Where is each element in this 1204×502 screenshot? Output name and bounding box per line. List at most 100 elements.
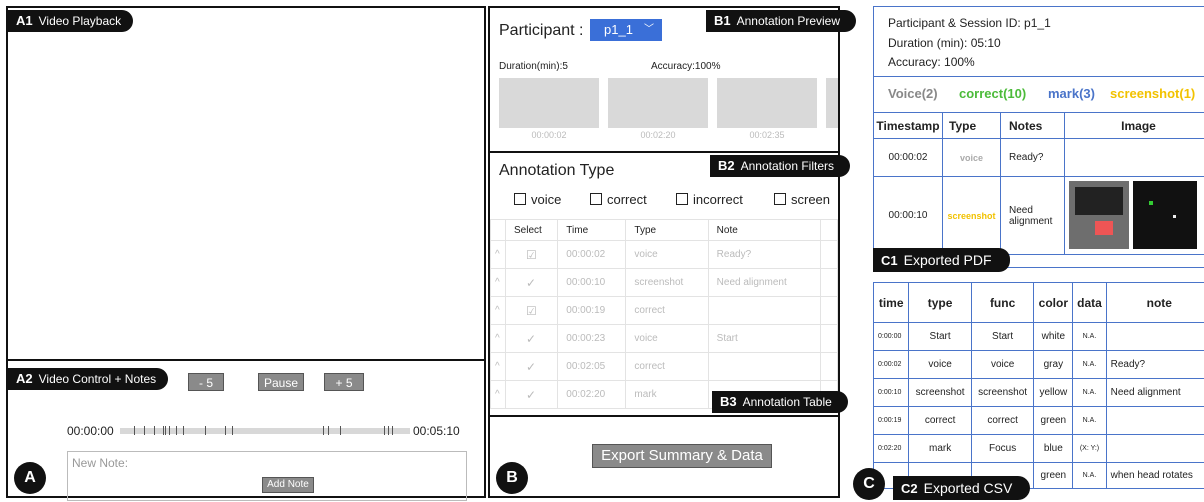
video-control-tag: A2 Video Control + Notes [8,368,169,390]
accuracy-text: Accuracy:100% [651,61,721,72]
csv-data: N.A. [1072,350,1107,379]
table-row[interactable]: ^ ✓ 00:00:10 screenshot Need alignment [490,268,838,297]
annotation-preview-tag: B1 Annotation Preview [706,10,857,32]
row-time: 00:00:02 [557,240,627,269]
csv-data: N.A. [1072,406,1107,435]
chevron-up-icon[interactable]: ^ [490,324,506,353]
row-type: correct [625,296,709,325]
pdf-header: Type [942,112,1001,139]
exported-csv: time type func color data note 0:00:00 St… [872,282,1204,489]
timeline-marker [165,426,166,435]
csv-header: data [1072,282,1107,323]
table-row[interactable]: ^ ✓ 00:00:23 voice Start [490,324,838,353]
forward-5-button[interactable]: + 5 [324,373,364,391]
pdf-row: 00:00:02 voice Ready? [873,138,1204,177]
thumbnail-time: 00:02:35 [749,130,785,140]
checkbox-icon [590,193,602,205]
exported-csv-tag: C2 Exported CSV [893,476,1031,500]
row-check[interactable]: ✓ [504,268,559,297]
row-type: voice [625,324,709,353]
timeline-marker [163,426,164,435]
row-check[interactable]: ✓ [504,352,559,381]
csv-note [1105,322,1204,351]
screenshot-dark-dot [1173,215,1176,218]
timeline-marker [340,426,341,435]
pdf-count-correct: correct(10) [959,86,1027,101]
csv-type: screenshot [908,378,972,407]
screenshot-image [1064,176,1204,255]
pdf-note: Need alignment [1000,176,1065,255]
preview-thumbnail[interactable] [608,78,708,128]
chevron-up-icon[interactable]: ^ [490,352,506,381]
filter-correct[interactable]: correct [590,192,647,207]
csv-row: 0:00:19 correct correct green N.A. [872,406,1204,435]
chevron-up-icon[interactable]: ^ [490,380,506,409]
csv-header: color [1033,282,1074,323]
csv-note: Ready? [1105,350,1204,379]
filter-incorrect[interactable]: incorrect [676,192,743,207]
pdf-participant: Participant & Session ID: p1_1 [888,16,1051,30]
timeline-marker [323,426,324,435]
csv-color: green [1033,406,1074,435]
csv-type: Start [908,322,972,351]
export-summary-button[interactable]: Export Summary & Data [592,444,772,468]
chevron-up-icon[interactable]: ^ [490,268,506,297]
filter-voice[interactable]: voice [514,192,561,207]
pdf-header: Image [1064,112,1204,139]
csv-note [1105,406,1204,435]
add-note-button[interactable]: Add Note [262,477,314,493]
row-note: Ready? [707,240,822,269]
csv-color: yellow [1033,378,1074,407]
screenshot-photo [1069,181,1129,249]
pdf-duration: Duration (min): 05:10 [888,36,1001,50]
screenshot-photo-red [1095,221,1113,235]
chevron-up-icon[interactable]: ^ [490,240,506,269]
pdf-header-row: Timestamp Type Notes Image [873,112,1204,139]
timeline-marker [388,426,389,435]
row-check[interactable]: ☑ [504,240,559,269]
table-row[interactable]: ^ ☑ 00:00:02 voice Ready? [490,240,838,269]
header-type: Type [625,219,709,241]
preview-thumbnail[interactable] [717,78,817,128]
csv-color: blue [1033,434,1074,463]
pdf-header: Notes [1000,112,1065,139]
csv-header: func [970,282,1035,323]
row-check[interactable]: ✓ [504,324,559,353]
annotation-filters-tag: B2 Annotation Filters [710,155,851,177]
panel-b-circle: B [496,462,528,494]
preview-thumbnail[interactable] [499,78,599,128]
csv-color: white [1033,322,1074,351]
csv-data: N.A. [1072,322,1107,351]
chevron-up-icon[interactable]: ^ [490,296,506,325]
annotation-table-tag: B3 Annotation Table [712,391,848,413]
table-row[interactable]: ^ ✓ 00:02:05 correct [490,352,838,381]
rewind-5-button[interactable]: - 5 [188,373,224,391]
row-note [707,296,822,325]
csv-header-row: time type func color data note [872,282,1204,323]
timeline-track[interactable] [120,426,410,435]
csv-func: Start [970,322,1035,351]
duration-text: Duration(min):5 [499,61,568,72]
participant-select-value: p1_1 [604,22,633,37]
row-type: mark [625,380,709,409]
new-note-placeholder: New Note: [72,456,129,470]
row-check[interactable]: ☑ [504,296,559,325]
screenshot-photo-screen [1075,187,1123,215]
preview-thumbnail[interactable] [826,78,838,128]
filter-screen[interactable]: screen [774,192,830,207]
pause-button[interactable]: Pause [258,373,304,391]
participant-select[interactable]: p1_1 ﹀ [590,19,662,41]
checkbox-icon [676,193,688,205]
row-time: 00:00:10 [557,268,627,297]
panel-c-circle: C [853,468,885,500]
timeline-marker [134,426,135,435]
row-check[interactable]: ✓ [504,380,559,409]
pdf-image [1064,138,1204,177]
participant-label: Participant : [499,22,584,39]
pdf-counts-divider [873,76,1204,77]
csv-row: 0:00:00 Start Start white N.A. [872,322,1204,351]
pdf-type: screenshot [942,176,1001,255]
video-playback-area[interactable] [8,8,484,360]
table-row[interactable]: ^ ☑ 00:00:19 correct [490,296,838,325]
time-end: 00:05:10 [413,424,460,438]
